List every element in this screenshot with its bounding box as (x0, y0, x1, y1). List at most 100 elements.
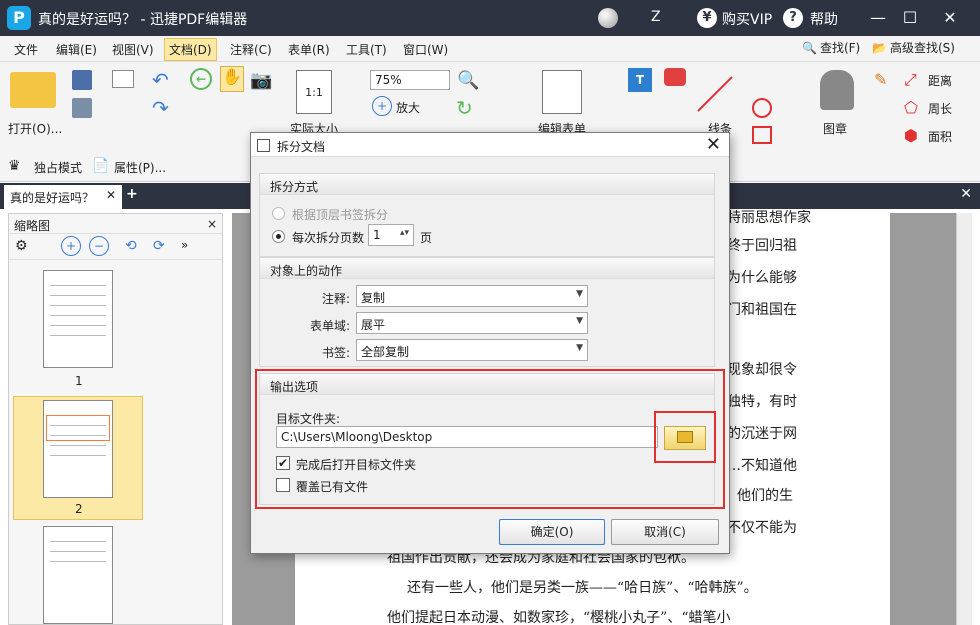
split-by-bookmark-radio[interactable] (272, 207, 285, 220)
email-icon[interactable] (112, 70, 134, 88)
menu-file[interactable]: 文件 (10, 40, 42, 59)
app-logo: P (7, 6, 31, 30)
title-bar: P 真的是好运吗？ - 迅捷PDF编辑器 Z ¥ 购买VIP ? 帮助 — ☐ … (0, 0, 980, 36)
maximize-button[interactable]: ☐ (898, 6, 922, 30)
dialog-title-bar: 拆分文档 ✕ (251, 133, 729, 157)
new-tab-icon[interactable]: + (126, 186, 138, 202)
gear-icon[interactable]: ⚙ (15, 238, 28, 254)
help-button[interactable]: 帮助 (810, 9, 838, 29)
stamp-icon[interactable] (820, 70, 854, 110)
dialog-close-button[interactable]: ✕ (706, 134, 721, 155)
advanced-find-button[interactable]: 📂 高级查找(S) (872, 39, 955, 56)
close-all-tabs-icon[interactable]: ✕ (960, 186, 972, 202)
chevron-down-icon[interactable]: » (181, 238, 188, 252)
object-actions-group: 对象上的动作 注释: 复制 ▼ 表单域: 展平 ▼ 书签: 全部复制 ▼ (259, 257, 715, 367)
document-icon (257, 139, 270, 152)
bookmark-select[interactable]: 全部复制 ▼ (356, 339, 588, 361)
text-tool-icon[interactable]: T (628, 68, 652, 92)
undo-icon[interactable]: ↶ (152, 68, 169, 92)
zoom-in-label[interactable]: 放大 (396, 99, 420, 116)
menu-document[interactable]: 文档(D) (164, 38, 217, 61)
folder-search-icon: 📂 (872, 40, 887, 55)
zoom-select[interactable]: 75% (370, 70, 450, 90)
buy-vip-button[interactable]: 购买VIP (722, 9, 772, 29)
rect-tool-icon[interactable] (752, 126, 772, 144)
user-avatar-icon[interactable] (598, 8, 618, 28)
pages-per-split-stepper[interactable]: 1 ▴▾ (368, 224, 414, 246)
find-icon: 🔍 (802, 40, 817, 55)
page-number: 1 (75, 374, 83, 388)
rotate-icon[interactable]: ↻ (456, 96, 473, 120)
page-thumbnail-3[interactable] (43, 526, 113, 624)
distance-label[interactable]: 距离 (928, 72, 952, 89)
zoom-in-icon[interactable]: + (372, 96, 392, 116)
circle-tool-icon[interactable] (752, 98, 772, 118)
camera-icon[interactable]: 📷 (250, 70, 272, 91)
properties-button[interactable]: 属性(P)... (114, 159, 166, 176)
redo-icon[interactable]: ↷ (152, 96, 169, 120)
highlight-browse-box (654, 411, 716, 463)
help-icon[interactable]: ? (783, 8, 803, 28)
annotation-label: 注释: (322, 292, 351, 306)
tab-close-icon[interactable]: ✕ (106, 188, 116, 202)
area-icon[interactable]: ⬢ (904, 126, 918, 145)
minimize-button[interactable]: — (866, 6, 890, 30)
annotation-select[interactable]: 复制 ▼ (356, 285, 588, 307)
perimeter-label[interactable]: 周长 (928, 100, 952, 117)
menu-comment[interactable]: 注释(C) (226, 40, 276, 59)
thumbnail-header: 缩略图 × (9, 214, 222, 234)
zoom-out-thumb-icon[interactable]: − (89, 236, 109, 256)
page-thumbnail-2[interactable] (43, 400, 113, 498)
perimeter-icon[interactable]: ⬠ (904, 98, 918, 117)
object-actions-header: 对象上的动作 (260, 258, 714, 279)
zoom-in-thumb-icon[interactable]: + (61, 236, 81, 256)
close-window-button[interactable]: ✕ (938, 6, 962, 30)
form-field-label: 表单域: (310, 319, 351, 333)
pencil-icon[interactable]: ✎ (874, 70, 887, 89)
page-number: 2 (75, 502, 83, 516)
split-document-dialog: 拆分文档 ✕ 拆分方式 根据顶层书签拆分 每次拆分页数 1 ▴▾ 页 对象上的动作… (250, 132, 730, 554)
panel-close-icon[interactable]: × (207, 217, 217, 231)
exclusive-mode-button[interactable]: 独占模式 (34, 159, 82, 176)
rotate-left-icon[interactable]: ⟲ (125, 238, 137, 254)
thumbnail-panel: 缩略图 × ⚙ + − ⟲ ⟳ » 1 2 (8, 213, 223, 625)
actual-size-icon[interactable]: 1:1 (296, 70, 332, 114)
menu-bar: 文件 编辑(E) 视图(V) 文档(D) 注释(C) 表单(R) 工具(T) 窗… (0, 36, 980, 62)
split-by-pages-label: 每次拆分页数 (292, 231, 365, 245)
stamp-label[interactable]: 图章 (823, 120, 847, 137)
ok-button[interactable]: 确定(O) (499, 519, 605, 545)
note-icon[interactable] (664, 68, 686, 86)
properties-icon: 📄 (92, 158, 110, 174)
menu-tools[interactable]: 工具(T) (342, 40, 391, 59)
print-icon[interactable] (72, 98, 92, 118)
open-folder-icon[interactable] (10, 72, 56, 108)
menu-window[interactable]: 窗口(W) (399, 40, 452, 59)
rotate-right-icon[interactable]: ⟳ (153, 238, 165, 254)
split-by-bookmark-label: 根据顶层书签拆分 (292, 208, 389, 222)
distance-icon[interactable]: ⤢ (904, 70, 917, 90)
split-by-pages-radio[interactable] (272, 230, 285, 243)
zoom-icon[interactable]: 🔍 (457, 70, 479, 91)
edit-form-icon[interactable] (542, 70, 582, 114)
open-button-label[interactable]: 打开(O)... (8, 120, 62, 137)
bookmark-label: 书签: (322, 346, 351, 360)
vertical-scrollbar[interactable] (956, 213, 972, 625)
menu-edit[interactable]: 编辑(E) (52, 40, 101, 59)
line-tool-icon[interactable] (697, 76, 733, 112)
hand-tool-icon[interactable]: ✋ (220, 66, 244, 92)
menu-view[interactable]: 视图(V) (108, 40, 158, 59)
user-name[interactable]: Z (651, 9, 661, 25)
form-field-select[interactable]: 展平 ▼ (356, 312, 588, 334)
menu-form[interactable]: 表单(R) (284, 40, 334, 59)
find-button[interactable]: 🔍 查找(F) (802, 39, 860, 56)
dialog-title: 拆分文档 (277, 140, 326, 154)
split-mode-group: 拆分方式 根据顶层书签拆分 每次拆分页数 1 ▴▾ 页 (259, 173, 715, 257)
pages-unit-label: 页 (420, 231, 433, 245)
save-icon[interactable] (72, 70, 92, 90)
tab-document[interactable]: 真的是好运吗？ ✕ (4, 185, 122, 209)
yen-icon[interactable]: ¥ (697, 8, 717, 28)
page-thumbnail-1[interactable] (43, 270, 113, 368)
cancel-button[interactable]: 取消(C) (611, 519, 719, 545)
area-label[interactable]: 面积 (928, 128, 952, 145)
back-icon[interactable]: ← (190, 68, 212, 90)
